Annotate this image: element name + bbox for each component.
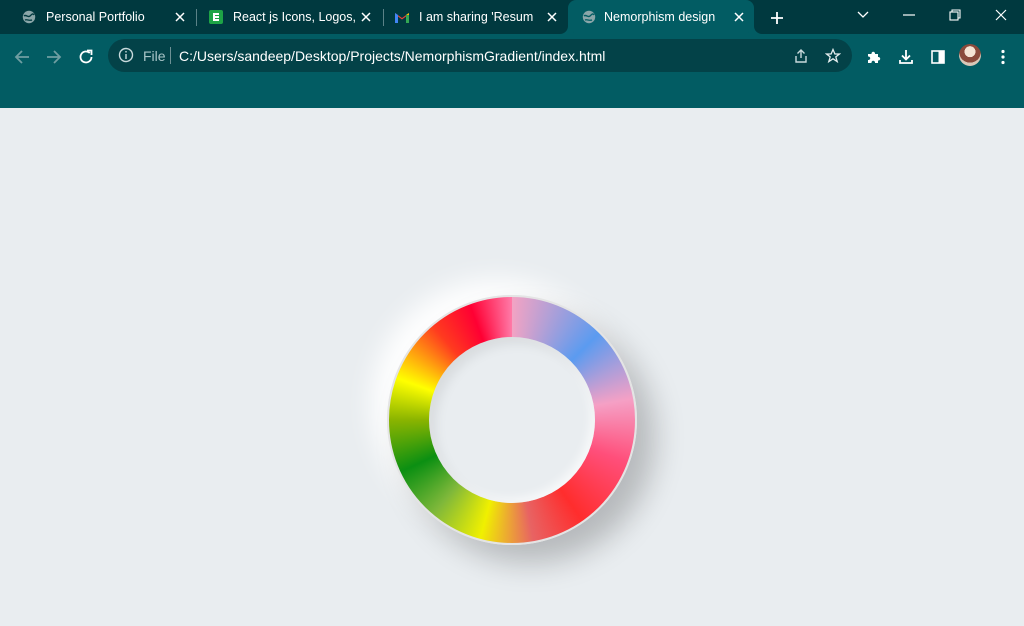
profile-avatar[interactable]	[959, 44, 981, 66]
bookmark-star-icon[interactable]	[824, 47, 842, 65]
arrow-right-icon	[47, 50, 62, 64]
globe-icon	[582, 10, 596, 24]
restore-icon	[949, 9, 961, 21]
tab-strip: Personal Portfolio React js Icons, Logos…	[0, 0, 1024, 34]
tab-title: Nemorphism design	[604, 10, 716, 24]
scheme-label: File	[143, 48, 166, 64]
restore-button[interactable]	[932, 0, 978, 30]
neumorphic-gradient-ring	[387, 295, 637, 545]
tab-nemorphism-design[interactable]: Nemorphism design	[568, 0, 754, 34]
address-separator	[170, 47, 171, 64]
url-text[interactable]: C:/Users/sandeep/Desktop/Projects/Nemorp…	[179, 48, 605, 64]
menu-button[interactable]	[989, 43, 1017, 71]
extensions-button[interactable]	[860, 43, 888, 71]
tab-personal-portfolio[interactable]: Personal Portfolio	[8, 0, 194, 34]
close-window-button[interactable]	[978, 0, 1024, 30]
forward-button[interactable]	[40, 43, 68, 71]
close-icon	[995, 9, 1007, 21]
ring-inner-circle	[429, 337, 595, 503]
reload-button[interactable]	[72, 43, 100, 71]
reload-icon	[79, 49, 93, 64]
close-tab-icon[interactable]	[172, 9, 188, 25]
close-tab-icon[interactable]	[731, 9, 747, 25]
new-tab-button[interactable]	[766, 7, 788, 29]
tab-title: I am sharing 'Resume C	[419, 10, 533, 24]
tab-gmail[interactable]: I am sharing 'Resume C	[381, 0, 567, 34]
tab-search-button[interactable]	[840, 0, 886, 30]
puzzle-icon	[868, 51, 881, 63]
globe-icon	[22, 10, 36, 24]
browser-toolbar: File C:/Users/sandeep/Desktop/Projects/N…	[0, 34, 1024, 108]
react-icons-favicon	[209, 10, 223, 24]
address-bar[interactable]: File C:/Users/sandeep/Desktop/Projects/N…	[108, 39, 852, 72]
plus-icon	[771, 12, 783, 24]
gmail-icon	[395, 10, 409, 24]
tab-title: Personal Portfolio	[46, 10, 145, 24]
download-icon	[899, 50, 913, 64]
tab-react-icons[interactable]: React js Icons, Logos, Sy	[195, 0, 381, 34]
tab-title: React js Icons, Logos, Sy	[233, 10, 357, 24]
info-icon[interactable]	[118, 47, 134, 63]
chevron-down-icon	[857, 11, 869, 18]
downloads-button[interactable]	[892, 43, 920, 71]
page-viewport	[0, 108, 1024, 626]
kebab-menu-icon	[1001, 49, 1005, 65]
close-tab-icon[interactable]	[544, 9, 560, 25]
minimize-button[interactable]	[886, 0, 932, 30]
side-panel-button[interactable]	[924, 43, 952, 71]
minimize-icon	[903, 14, 915, 16]
back-button[interactable]	[8, 43, 36, 71]
share-icon[interactable]	[792, 47, 810, 65]
side-panel-icon	[931, 50, 945, 64]
close-tab-icon[interactable]	[358, 9, 374, 25]
arrow-left-icon	[14, 50, 29, 64]
